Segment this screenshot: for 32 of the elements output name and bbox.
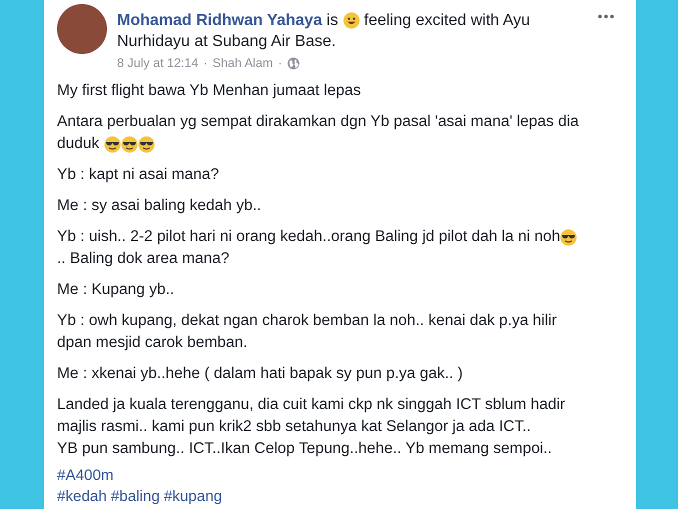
post-text: majlis rasmi.. kami pun krik2 sbb setahunya kat Selangor ja ada ICT.. (57, 417, 531, 437)
hashtag-link[interactable]: #kedah (57, 486, 107, 507)
post-text: My first flight bawa Yb Menhan jumaat lepas (57, 81, 361, 101)
post-text: Me : sy asai baling kedah yb.. (57, 196, 262, 216)
more-options-icon[interactable] (598, 14, 614, 19)
post-text: Antara perbualan yg sempat dirakamkan dgn Yb pasal 'asai mana' lepas dia (57, 112, 579, 132)
post-text: Me : xkenai yb..hehe ( dalam hati bapak sy pun p.ya gak.. ) (57, 364, 463, 384)
post-text: Nurhidayu at Subang Air Base. (117, 32, 336, 52)
hashtag-link[interactable]: #A400m (57, 465, 114, 486)
globe-icon (287, 56, 300, 70)
post-text: Me : Kupang yb.. (57, 280, 174, 300)
author-name-link[interactable]: Mohamad Ridhwan Yahaya (117, 10, 322, 31)
post-text: is (326, 11, 340, 31)
post-text: YB pun sambung.. ICT..Ikan Celop Tepung..hehe.. Yb memang sempoi.. (57, 439, 552, 459)
post-text: dpan mesjid carok bemban. (57, 333, 248, 353)
post-text: Landed ja kuala terengganu, dia cuit kami ckp nk singgah ICT sblum hadir (57, 395, 566, 415)
sunglasses-face-icon (138, 136, 155, 152)
post-text: Yb : uish.. 2-2 pilot hari ni orang kedah..orang Baling jd pilot dah la ni noh (57, 227, 560, 247)
hashtag-link[interactable]: #baling (110, 486, 160, 507)
separator-dot: · (203, 56, 208, 70)
sunglasses-face-icon (104, 136, 121, 152)
post-text: Yb : kapt ni asai mana? (57, 165, 219, 185)
avatar[interactable] (57, 4, 107, 54)
sunglasses-face-icon (120, 136, 138, 152)
sunglasses-face-icon (560, 228, 578, 246)
post-text: duduk (57, 134, 100, 154)
post-text: .. Baling dok area mana? (57, 249, 230, 269)
separator-dot: · (278, 56, 282, 70)
smiley-face-icon (342, 12, 360, 29)
post-text: Yb : owh kupang, dekat ngan charok bemban la noh.. kenai dak p.ya hilir (57, 311, 557, 331)
post-text: feeling excited with Ayu (362, 11, 530, 31)
hashtag-link[interactable]: #kupang (164, 486, 222, 507)
